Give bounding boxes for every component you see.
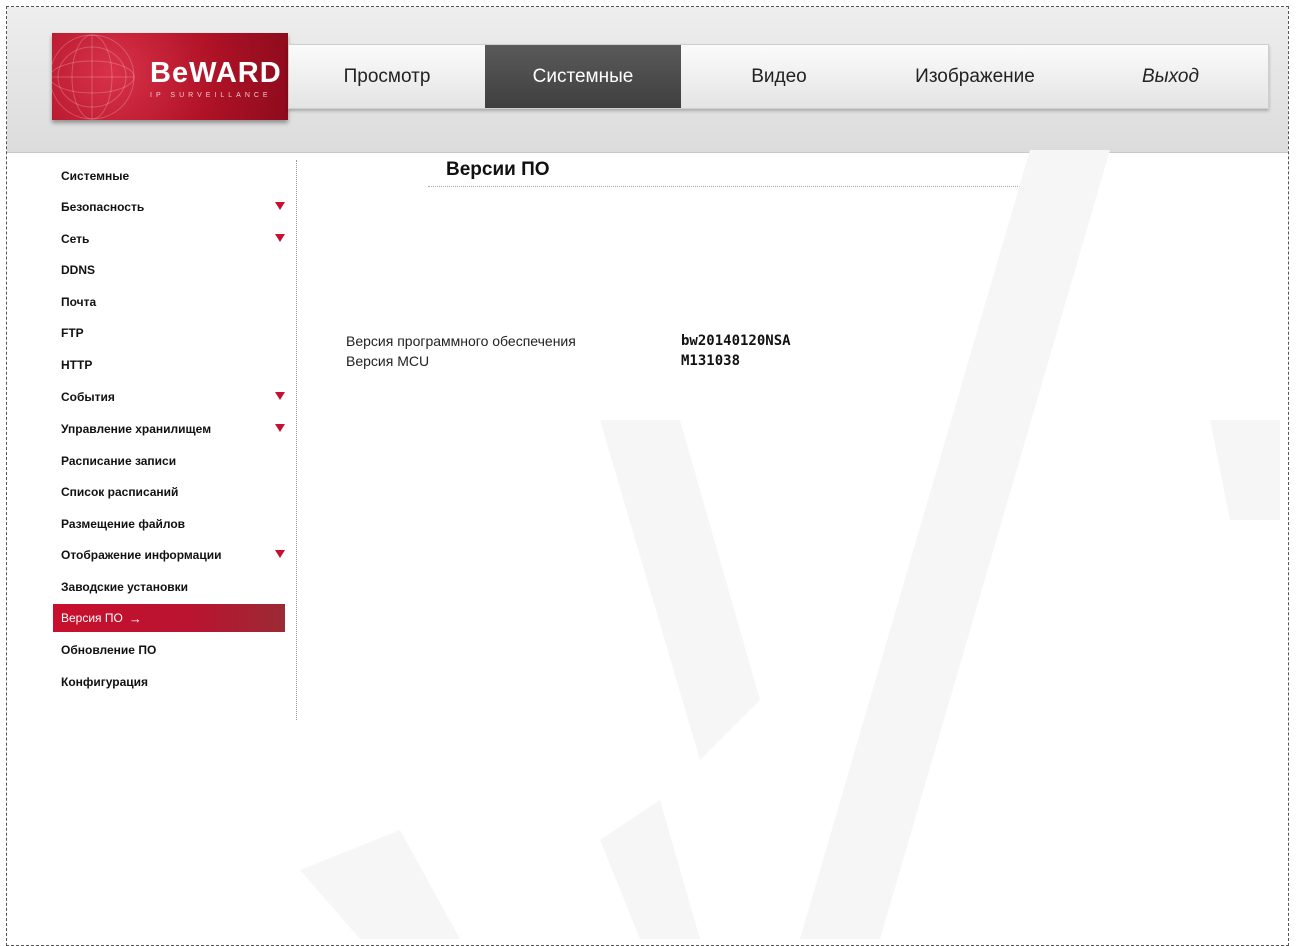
sidebar-item-events[interactable]: События (53, 383, 285, 411)
sidebar-item-label: Список расписаний (61, 485, 179, 499)
nav-system[interactable]: Системные (485, 45, 681, 108)
sidebar-item-file-placement[interactable]: Размещение файлов (53, 510, 285, 538)
logo-text: BeWARD (150, 57, 282, 89)
sidebar-item-label: Обновление ПО (61, 643, 157, 657)
expand-arrow-icon[interactable] (275, 202, 285, 210)
nav-logout[interactable]: Выход (1073, 45, 1268, 108)
sidebar-item-system[interactable]: Системные (53, 162, 285, 190)
sidebar-item-label: HTTP (61, 358, 93, 372)
expand-arrow-icon[interactable] (275, 392, 285, 400)
sidebar-item-configuration[interactable]: Конфигурация (53, 668, 285, 696)
sidebar-item-mail[interactable]: Почта (53, 288, 285, 316)
sidebar-item-label: События (61, 390, 115, 404)
brand-logo[interactable]: BeWARD IP SURVEILLANCE (52, 33, 288, 120)
sidebar-item-network[interactable]: Сеть (53, 225, 285, 253)
sidebar-item-label: Почта (61, 295, 97, 309)
mcu-version-label: Версия MCU (346, 353, 430, 369)
sidebar-item-label: FTP (61, 326, 84, 340)
sidebar-item-label: DDNS (61, 263, 96, 277)
sidebar-item-firmware-update[interactable]: Обновление ПО (53, 636, 285, 664)
sidebar-item-record-schedule[interactable]: Расписание записи (53, 447, 285, 475)
sidebar-item-label: Управление хранилищем (61, 422, 212, 436)
sidebar-item-factory-defaults[interactable]: Заводские установки (53, 573, 285, 601)
sidebar-divider (296, 160, 297, 720)
sidebar-item-label: Безопасность (61, 200, 145, 214)
sidebar-item-http[interactable]: HTTP (53, 351, 285, 379)
sidebar-item-schedule-list[interactable]: Список расписаний (53, 478, 285, 506)
sidebar-item-info-display[interactable]: Отображение информации (53, 541, 285, 569)
sidebar-item-label: Версия ПО (61, 611, 123, 625)
page-title: Версии ПО (446, 159, 550, 180)
arrow-right-icon: → (128, 610, 142, 626)
expand-arrow-icon[interactable] (275, 550, 285, 558)
nav-image[interactable]: Изображение (877, 45, 1073, 108)
sidebar-menu: Системные Безопасность Сеть DDNS Почта F… (53, 162, 299, 718)
top-nav: Просмотр Системные Видео Изображение Вых… (288, 44, 1269, 109)
expand-arrow-icon[interactable] (275, 424, 285, 432)
sidebar-item-ddns[interactable]: DDNS (53, 256, 285, 284)
sidebar-item-ftp[interactable]: FTP (53, 319, 285, 347)
sidebar-item-label: Системные (61, 169, 130, 183)
title-underline (428, 186, 1042, 187)
sidebar-item-firmware-version[interactable]: Версия ПО → (53, 604, 285, 632)
expand-arrow-icon[interactable] (275, 234, 285, 242)
sidebar-item-label: Конфигурация (61, 675, 149, 689)
firmware-version-label: Версия программного обеспечения (346, 333, 576, 349)
sidebar-item-storage[interactable]: Управление хранилищем (53, 415, 285, 443)
sidebar-item-label: Отображение информации (61, 548, 222, 562)
firmware-version-value: bw20140120NSA (681, 333, 791, 349)
sidebar-item-label: Размещение файлов (61, 517, 186, 531)
mcu-version-value: M131038 (681, 353, 741, 369)
nav-view[interactable]: Просмотр (289, 45, 485, 108)
sidebar-item-security[interactable]: Безопасность (53, 193, 285, 221)
sidebar-item-label: Сеть (61, 232, 90, 246)
sidebar-item-label: Расписание записи (61, 454, 177, 468)
nav-video[interactable]: Видео (681, 45, 877, 108)
sidebar-item-label: Заводские установки (61, 580, 189, 594)
logo-subtitle: IP SURVEILLANCE (150, 92, 272, 99)
